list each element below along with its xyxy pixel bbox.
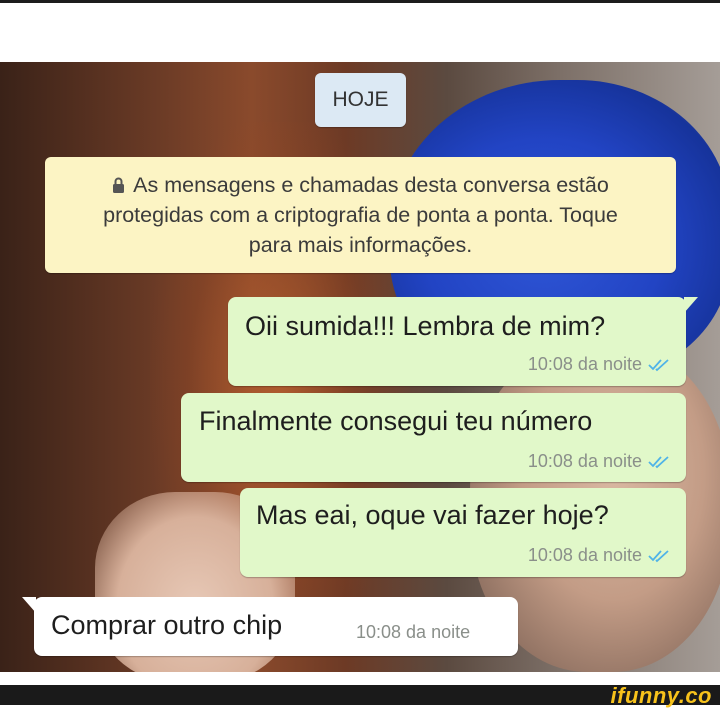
message-bubble-outgoing-3[interactable]: Mas eai, oque vai fazer hoje? 10:08 da n… (240, 488, 686, 577)
bubble-tail (22, 597, 36, 613)
bubble-tail (684, 297, 698, 313)
double-check-icon (648, 455, 669, 468)
encryption-notice[interactable]: As mensagens e chamadas desta conversa e… (45, 157, 676, 273)
double-check-icon (648, 549, 669, 562)
encryption-notice-text: As mensagens e chamadas desta conversa e… (103, 173, 618, 257)
message-time: 10:08 da noite (527, 354, 642, 374)
message-text: Comprar outro chip (51, 610, 283, 640)
lock-icon (113, 177, 125, 193)
message-bubble-incoming-1[interactable]: Comprar outro chip 10:08 da noite (22, 597, 518, 656)
message-text: Oii sumida!!! Lembra de mim? (245, 311, 606, 341)
message-meta: 10:08 da noite (528, 354, 670, 375)
encryption-notice-text-block: As mensagens e chamadas desta conversa e… (81, 170, 641, 260)
message-meta: 10:08 da noite (356, 622, 470, 643)
footer-bar: ifunny.co (0, 683, 720, 708)
message-time: 10:08 da noite (527, 545, 642, 565)
message-meta: 10:08 da noite (528, 545, 670, 566)
date-chip: HOJE (315, 73, 406, 127)
double-check-icon (648, 358, 669, 371)
message-text: Mas eai, oque vai fazer hoje? (256, 500, 609, 530)
date-chip-label: HOJE (332, 88, 389, 111)
message-text: Finalmente consegui teu número (199, 406, 593, 436)
top-border (0, 0, 720, 3)
message-time: 10:08 da noite (527, 451, 642, 471)
message-meta: 10:08 da noite (528, 451, 670, 472)
message-bubble-outgoing-2[interactable]: Finalmente consegui teu número 10:08 da … (181, 393, 686, 482)
message-bubble-outgoing-1[interactable]: Oii sumida!!! Lembra de mim? 10:08 da no… (228, 297, 698, 386)
ifunny-watermark: ifunny.co (610, 683, 712, 708)
message-time: 10:08 da noite (356, 622, 471, 642)
